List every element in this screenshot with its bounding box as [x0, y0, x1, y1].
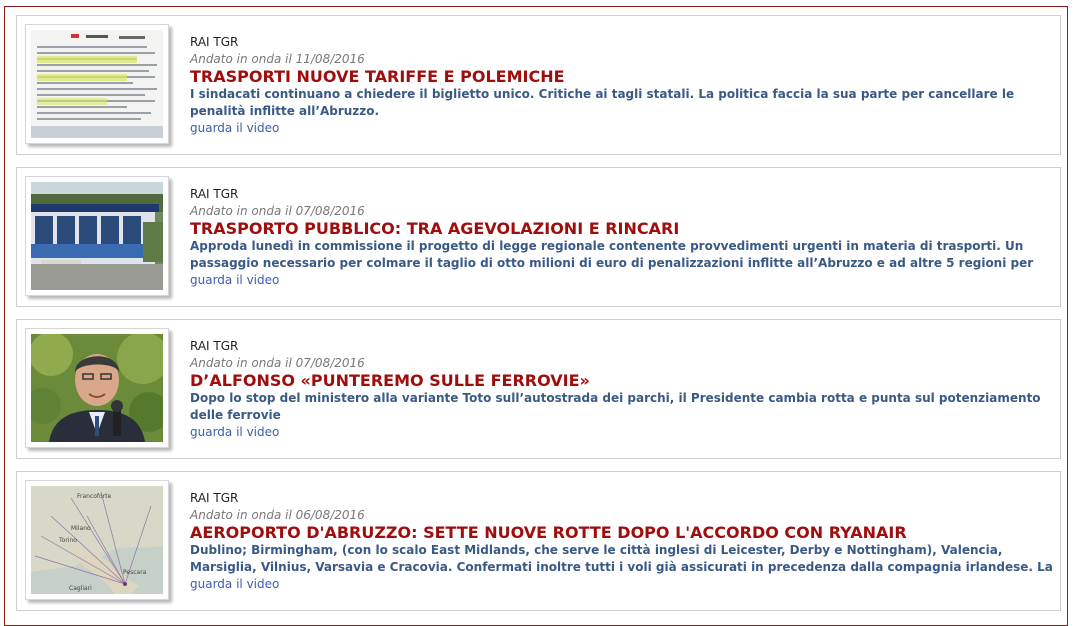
news-source: RAI TGR: [190, 339, 239, 353]
watch-video-link[interactable]: guarda il video: [190, 576, 1054, 593]
watch-video-link[interactable]: guarda il video: [190, 120, 1054, 137]
thumbnail-map-image[interactable]: Francoforte Milano Torino Pescara Caglia…: [31, 486, 163, 594]
broadcast-date: Andato in onda il 07/08/2016: [190, 204, 365, 218]
watch-video-link[interactable]: guarda il video: [190, 424, 1054, 441]
broadcast-date: Andato in onda il 11/08/2016: [190, 52, 365, 66]
broadcast-date: Andato in onda il 06/08/2016: [190, 508, 365, 522]
map-label: Cagliari: [69, 585, 92, 592]
news-description: I sindacati continuano a chiedere il big…: [190, 87, 1015, 118]
news-description: Dopo lo stop del ministero alla variante…: [190, 391, 1041, 422]
news-item: RAI TGR Andato in onda il 07/08/2016 TRA…: [16, 167, 1061, 307]
news-source: RAI TGR: [190, 35, 239, 49]
news-description: Approda lunedì in commissione il progett…: [190, 239, 1034, 270]
thumbnail-frame[interactable]: [25, 24, 169, 144]
thumbnail-frame[interactable]: [25, 176, 169, 296]
map-label: Pescara: [123, 569, 147, 576]
news-source: RAI TGR: [190, 187, 239, 201]
map-label: Milano: [71, 525, 91, 532]
news-item: Francoforte Milano Torino Pescara Caglia…: [16, 471, 1061, 611]
thumbnail-frame[interactable]: [25, 328, 169, 448]
news-title-link[interactable]: TRASPORTO PUBBLICO: TRA AGEVOLAZIONI E R…: [190, 219, 1054, 238]
news-item: RAI TGR Andato in onda il 11/08/2016 TRA…: [16, 15, 1061, 155]
map-label: Francoforte: [77, 493, 112, 500]
news-source: RAI TGR: [190, 491, 239, 505]
thumbnail-portrait-image[interactable]: [31, 334, 163, 442]
news-item: RAI TGR Andato in onda il 07/08/2016 D’A…: [16, 319, 1061, 459]
map-label: Torino: [58, 537, 77, 544]
news-title-link[interactable]: TRASPORTI NUOVE TARIFFE E POLEMICHE: [190, 67, 1054, 86]
broadcast-date: Andato in onda il 07/08/2016: [190, 356, 365, 370]
thumbnail-frame[interactable]: Francoforte Milano Torino Pescara Caglia…: [25, 480, 169, 600]
thumbnail-bus-station-image[interactable]: [31, 182, 163, 290]
news-title-link[interactable]: AEROPORTO D'ABRUZZO: SETTE NUOVE ROTTE D…: [190, 523, 1054, 542]
news-title-link[interactable]: D’ALFONSO «PUNTEREMO SULLE FERROVIE»: [190, 371, 1054, 390]
thumbnail-document-image[interactable]: [31, 30, 163, 138]
news-description: Dublino; Birmingham, (con lo scalo East …: [190, 543, 1053, 574]
watch-video-link[interactable]: guarda il video: [190, 272, 1054, 289]
